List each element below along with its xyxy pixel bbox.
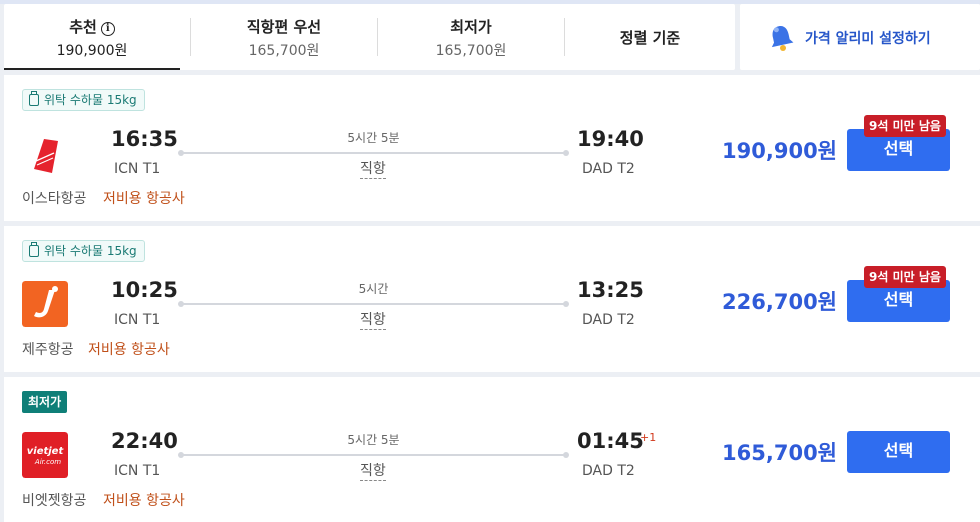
flight-card[interactable]: 최저가 vietjet Air.com 22:40 ICN T1 5시간 5분 … [4,377,980,522]
tab-label: 최저가 [450,18,492,36]
next-day-indicator: +1 [640,431,657,444]
flight-card[interactable]: 위탁 수하물 15kg 10:25 ICN T1 5시간 직항 13:25 DA… [4,226,980,372]
departure-airport: ICN T1 [114,463,161,479]
departure-time: 16:35 [111,127,178,151]
route-line [178,301,569,307]
lowest-price-badge: 최저가 [22,391,68,413]
route-line [178,150,569,156]
select-button[interactable]: 선택 [847,431,950,473]
tab-price: 190,900원 [56,43,128,59]
direct-flight-label[interactable]: 직항 [360,160,386,179]
flight-duration: 5시간 5분 [347,433,400,447]
arrival-time: 19:40 [577,127,644,151]
eastar-jet-logo [34,139,58,173]
flight-price: 190,900원 [722,139,837,163]
flight-price: 226,700원 [722,290,837,314]
tab-lowest-price[interactable]: 최저가 165,700원 [378,4,564,70]
arrival-airport: DAD T2 [582,161,635,177]
arrival-airport: DAD T2 [582,312,635,328]
flight-duration: 5시간 5분 [347,131,400,145]
airline-name: 이스타항공 [22,191,87,207]
luggage-icon [29,91,39,106]
arrival-time: 01:45 [577,429,644,453]
tab-sort-criteria[interactable]: 정렬 기준 [565,4,735,70]
departure-airport: ICN T1 [114,161,161,177]
sort-tabs: 추천 i 190,900원 직항편 우선 165,700원 최저가 165,700… [4,4,735,70]
departure-time: 10:25 [111,278,178,302]
route-line [178,452,569,458]
tab-price: 165,700원 [435,43,507,59]
vietjet-air-logo: vietjet Air.com [22,432,68,478]
direct-flight-label[interactable]: 직항 [360,462,386,481]
seats-left-badge: 9석 미만 남음 [864,115,946,137]
seats-left-badge: 9석 미만 남음 [864,266,946,288]
flight-price: 165,700원 [722,441,837,465]
departure-airport: ICN T1 [114,312,161,328]
tab-price: 165,700원 [248,43,320,59]
bell-icon [771,26,794,51]
tab-label: 직항편 우선 [246,18,322,36]
airline-name: 제주항공 [22,342,74,358]
tab-direct-first[interactable]: 직항편 우선 165,700원 [191,4,377,70]
svg-text:Air.com: Air.com [34,458,61,466]
info-icon[interactable]: i [100,22,115,36]
svg-text:vietjet: vietjet [27,446,65,457]
flight-card[interactable]: 위탁 수하물 15kg 16:35 ICN T1 5시간 5분 직항 19:40… [4,75,980,221]
airline-name: 비엣젯항공 [22,493,87,509]
departure-time: 22:40 [111,429,178,453]
direct-flight-label[interactable]: 직항 [360,311,386,330]
baggage-badge: 위탁 수하물 15kg [22,89,145,111]
low-cost-carrier-label: 저비용 항공사 [103,493,185,509]
arrival-airport: DAD T2 [582,463,635,479]
low-cost-carrier-label: 저비용 항공사 [88,342,170,358]
price-alert-button[interactable]: 가격 알리미 설정하기 [740,4,980,70]
baggage-badge: 위탁 수하물 15kg [22,240,145,262]
luggage-icon [29,242,39,257]
tab-label: 추천 [69,18,97,36]
tab-recommended[interactable]: 추천 i 190,900원 [4,4,180,70]
price-alert-label: 가격 알리미 설정하기 [805,31,931,47]
tab-label: 정렬 기준 [619,29,681,47]
jeju-air-logo [22,281,68,327]
arrival-time: 13:25 [577,278,644,302]
low-cost-carrier-label: 저비용 항공사 [103,191,185,207]
flight-duration: 5시간 [358,282,389,296]
